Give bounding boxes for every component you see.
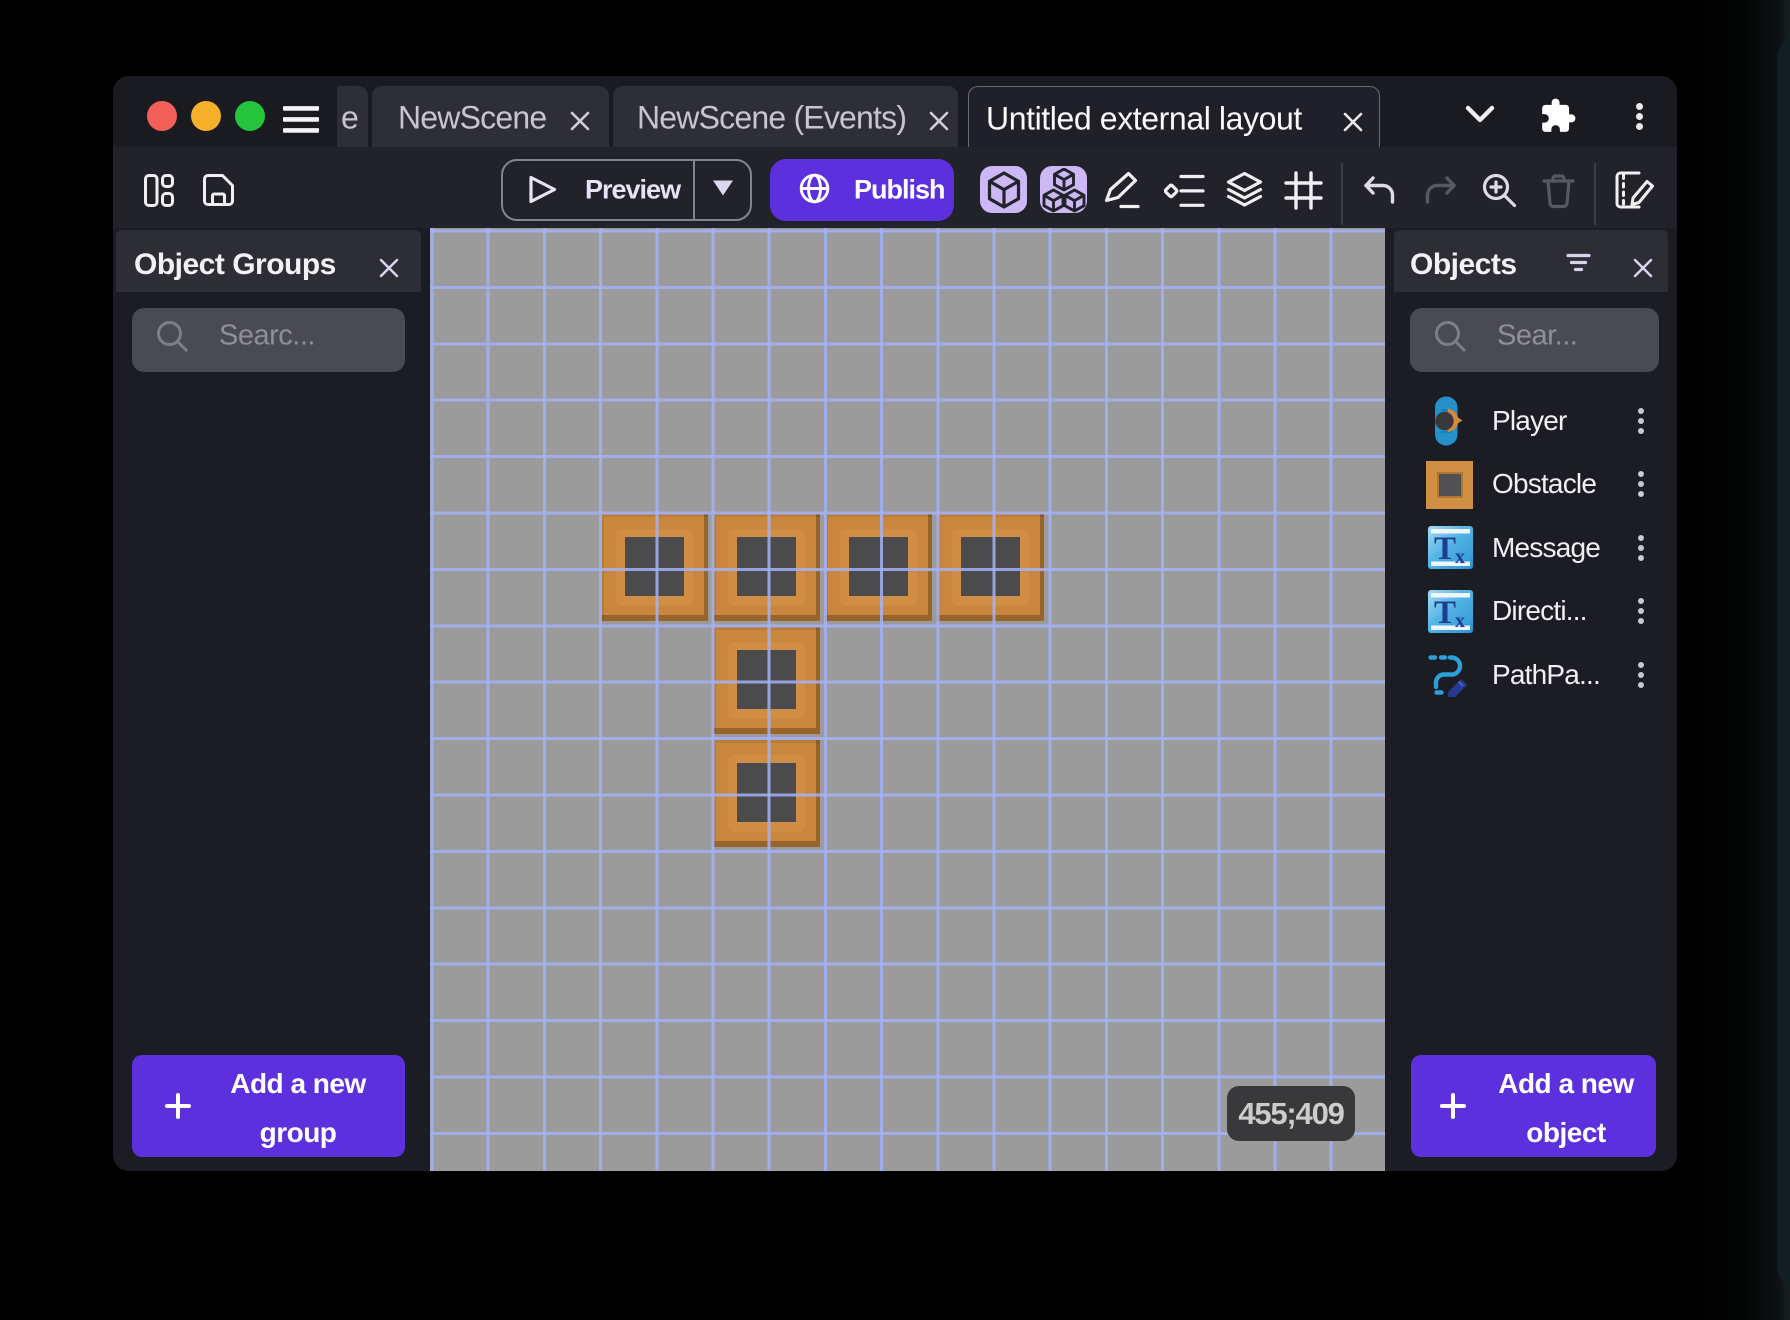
svg-text:T: T xyxy=(1434,531,1456,567)
svg-text:x: x xyxy=(1455,546,1465,568)
svg-text:x: x xyxy=(1455,610,1465,632)
svg-text:T: T xyxy=(1434,595,1456,631)
